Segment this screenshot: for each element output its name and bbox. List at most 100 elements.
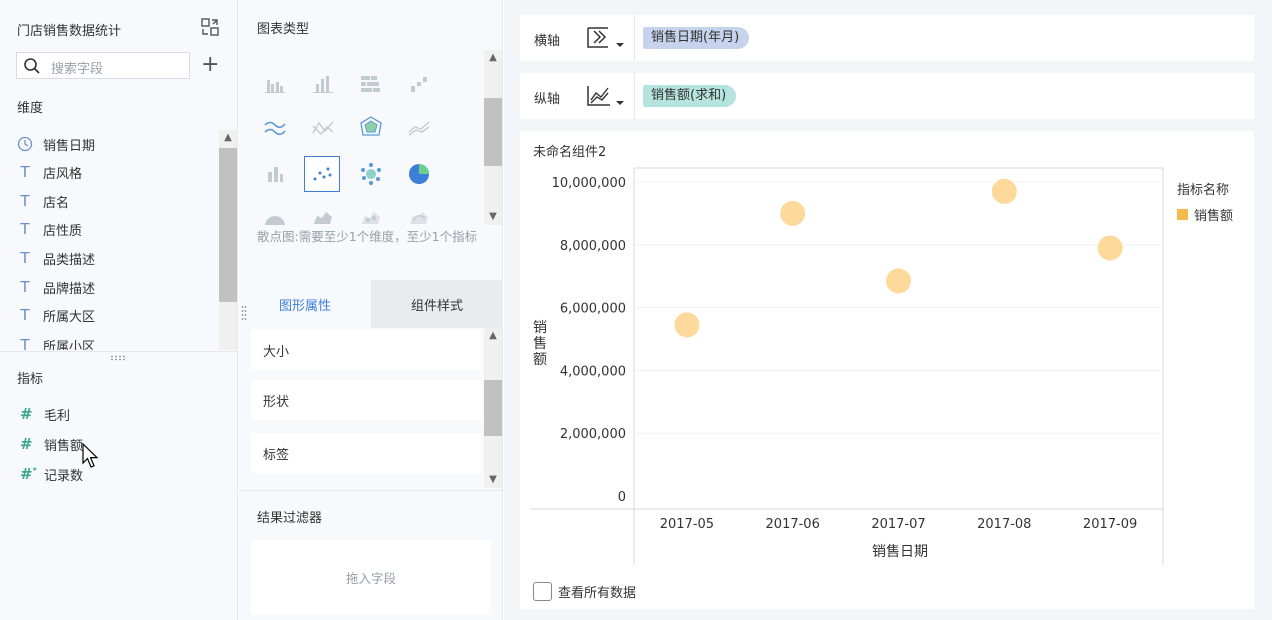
dimension-scrollbar[interactable]: ▲ — [219, 130, 237, 350]
hash-icon: # — [20, 405, 33, 423]
legend-label: 销售额 — [1194, 209, 1234, 224]
measure-label: 销售额 — [44, 438, 84, 454]
scroll-up-icon[interactable]: ▲ — [484, 50, 502, 66]
scatter-chart-icon[interactable] — [304, 156, 340, 192]
line-chart-icon[interactable] — [257, 110, 293, 146]
dataset-title: 门店销售数据统计 — [17, 24, 122, 39]
prop-shape[interactable]: 形状 — [251, 380, 481, 420]
chart-type-grid — [255, 60, 483, 225]
view-all-label: 查看所有数据 — [558, 586, 637, 601]
text-field-icon: T — [20, 163, 30, 181]
scroll-down-icon[interactable]: ▼ — [484, 209, 502, 225]
dimension-item[interactable]: T 所属小区 — [17, 335, 95, 350]
dimension-item[interactable]: T 店名 — [17, 191, 69, 211]
property-scrollbar[interactable]: ▲ ▼ — [484, 328, 502, 488]
dimension-label: 品类描述 — [43, 252, 96, 268]
pie-chart-icon[interactable] — [401, 156, 437, 192]
x-axis-field-pill[interactable]: 销售日期(年月) — [643, 27, 750, 49]
grouped-bar-chart-icon[interactable] — [257, 66, 293, 102]
hash-icon: # — [20, 435, 33, 453]
broken-line-chart-icon[interactable] — [305, 110, 341, 146]
dimension-item[interactable]: T 店风格 — [17, 162, 82, 182]
y-tick-label: 6,000,000 — [560, 302, 626, 317]
panel-divider — [239, 490, 503, 491]
y-axis-title: 销 — [533, 320, 547, 336]
x-axis-sort-icon[interactable] — [586, 25, 626, 51]
scrollbar-thumb[interactable] — [484, 98, 502, 166]
measure-item[interactable]: # 毛利 — [20, 404, 70, 424]
chart-type-heading: 图表类型 — [257, 22, 310, 37]
x-axis-label: 横轴 — [534, 34, 561, 49]
measures-heading: 指标 — [17, 372, 44, 387]
view-all-checkbox[interactable] — [533, 582, 552, 601]
legend-title: 指标名称 — [1177, 183, 1230, 198]
scroll-down-icon[interactable]: ▼ — [484, 472, 502, 488]
search-field-input[interactable]: 搜索字段 — [16, 52, 190, 79]
dimension-item[interactable]: T 品牌描述 — [17, 277, 95, 297]
y-tick-label: 8,000,000 — [560, 239, 626, 254]
text-field-icon: T — [20, 278, 30, 296]
measure-label: 毛利 — [44, 408, 71, 424]
horizontal-stacked-bar-icon[interactable] — [353, 66, 389, 102]
dimension-item[interactable]: T 店性质 — [17, 219, 82, 239]
y-tick-label: 10,000,000 — [552, 176, 626, 191]
filter-drop-zone[interactable]: 拖入字段 — [251, 540, 491, 614]
scrollbar-thumb[interactable] — [219, 148, 237, 302]
dimensions-heading: 维度 — [17, 101, 44, 116]
flow-map-icon[interactable] — [401, 200, 437, 225]
y-axis-field-pill[interactable]: 销售额(求和) — [643, 85, 737, 107]
x-tick-label: 2017-07 — [871, 517, 925, 532]
prop-size[interactable]: 大小 — [251, 330, 481, 370]
switch-dataset-icon[interactable] — [200, 17, 220, 37]
scroll-up-icon[interactable]: ▲ — [219, 130, 237, 146]
y-tick-label: 4,000,000 — [560, 364, 626, 379]
dimension-label: 店性质 — [43, 223, 83, 239]
dimension-label: 店名 — [43, 195, 70, 211]
x-tick-label: 2017-05 — [660, 517, 714, 532]
scatter-point[interactable] — [886, 268, 911, 294]
waterfall-chart-icon[interactable] — [401, 66, 437, 102]
bubble-chart-icon[interactable] — [353, 156, 389, 192]
radar-chart-icon[interactable] — [353, 110, 389, 146]
view-all-data-toggle[interactable]: 查看所有数据 — [533, 582, 636, 601]
chart-type-scrollbar[interactable]: ▲ ▼ — [484, 50, 502, 225]
text-field-icon: T — [20, 306, 30, 324]
map-chart-icon[interactable] — [305, 200, 341, 225]
chart-card: 未命名组件2 0 2,000,000 4,000,000 6,000,000 8,000… — [520, 131, 1254, 609]
chart-config-panel: 图表类型 ▲ ▼ 散点图:需要至少1个维度，至少1个指标 图形属性 组件样式 大… — [239, 0, 503, 620]
scrollbar-thumb[interactable] — [484, 380, 502, 436]
scatter-point[interactable] — [991, 178, 1017, 204]
area-line-chart-icon[interactable] — [401, 110, 437, 146]
dimension-label: 所属小区 — [43, 339, 96, 351]
y-axis-chart-icon[interactable] — [586, 83, 626, 109]
tab-shape-properties[interactable]: 图形属性 — [239, 280, 371, 328]
scroll-up-icon[interactable]: ▲ — [484, 328, 502, 344]
result-filter-heading: 结果过滤器 — [257, 511, 323, 526]
scatter-point[interactable] — [780, 200, 806, 226]
tab-component-style[interactable]: 组件样式 — [371, 280, 503, 328]
x-axis-title: 销售日期 — [872, 544, 928, 560]
dimension-item[interactable]: 销售日期 — [17, 134, 95, 154]
resize-grip-icon[interactable] — [110, 355, 126, 361]
legend-item[interactable]: 销售额 — [1177, 205, 1233, 224]
text-field-icon: T — [20, 220, 30, 238]
measure-item[interactable]: #* 记录数 — [20, 464, 83, 484]
stacked-bar-chart-icon[interactable] — [257, 156, 293, 192]
bubble-map-icon[interactable] — [353, 200, 389, 225]
field-panel: 门店销售数据统计 搜索字段 + 维度 销售日期 T 店风格 T 店名 T 店性质… — [0, 0, 238, 620]
dimension-label: 销售日期 — [43, 138, 96, 154]
scatter-point[interactable] — [1097, 235, 1123, 261]
y-axis-title: 额 — [533, 352, 547, 368]
bar-chart-icon[interactable] — [305, 66, 341, 102]
side-resize-grip-icon[interactable] — [241, 305, 247, 321]
dimension-item[interactable]: T 品类描述 — [17, 248, 95, 268]
measure-item[interactable]: # 销售额 — [20, 434, 83, 454]
dimension-item[interactable]: T 所属大区 — [17, 305, 95, 325]
y-tick-label: 0 — [618, 490, 626, 505]
scatter-chart[interactable]: 0 2,000,000 4,000,000 6,000,000 8,000,000 10,… — [520, 131, 1254, 571]
gauge-chart-icon[interactable] — [257, 200, 293, 225]
prop-label[interactable]: 标签 — [251, 433, 481, 473]
scatter-point[interactable] — [674, 312, 700, 338]
text-field-icon: T — [20, 249, 30, 267]
add-field-icon[interactable]: + — [201, 54, 219, 76]
